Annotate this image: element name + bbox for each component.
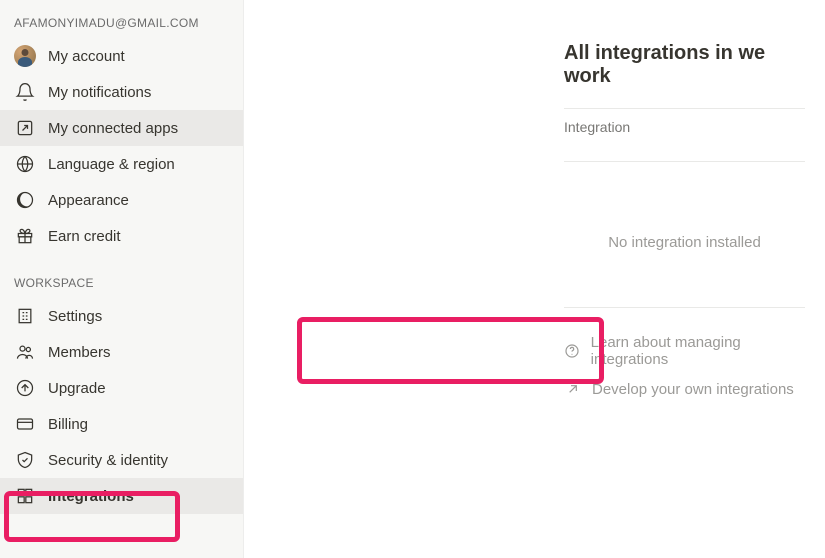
- sidebar-item-label: My account: [48, 48, 229, 65]
- sidebar-item-label: My notifications: [48, 84, 229, 101]
- sidebar-item-upgrade[interactable]: Upgrade: [0, 370, 243, 406]
- help-circle-icon: [564, 342, 581, 360]
- grid-icon: [14, 485, 36, 507]
- bell-icon: [14, 81, 36, 103]
- develop-integrations-link[interactable]: Develop your own integrations: [564, 374, 805, 404]
- sidebar-item-label: Settings: [48, 308, 229, 325]
- sidebar-item-my-notifications[interactable]: My notifications: [0, 74, 243, 110]
- external-link-box-icon: [14, 117, 36, 139]
- sidebar-item-label: Language & region: [48, 156, 229, 173]
- column-header-integration: Integration: [564, 119, 825, 151]
- sidebar-item-label: Appearance: [48, 192, 229, 209]
- sidebar-item-language-region[interactable]: Language & region: [0, 146, 243, 182]
- shield-icon: [14, 449, 36, 471]
- page-title: All integrations in we work: [564, 42, 805, 108]
- learn-integrations-link[interactable]: Learn about managing integrations: [564, 328, 805, 374]
- avatar: [14, 45, 36, 67]
- divider: [564, 307, 805, 308]
- sidebar-item-label: Upgrade: [48, 380, 229, 397]
- sidebar-item-security[interactable]: Security & identity: [0, 442, 243, 478]
- moon-icon: [14, 189, 36, 211]
- sidebar-item-earn-credit[interactable]: Earn credit: [0, 218, 243, 254]
- sidebar-item-appearance[interactable]: Appearance: [0, 182, 243, 218]
- sidebar-item-label: My connected apps: [48, 120, 229, 137]
- link-label: Develop your own integrations: [592, 381, 794, 398]
- sidebar-item-label: Integrations: [48, 488, 229, 505]
- sidebar-item-label: Billing: [48, 416, 229, 433]
- workspace-header: WORKSPACE: [0, 272, 243, 298]
- external-arrow-icon: [564, 380, 582, 398]
- credit-card-icon: [14, 413, 36, 435]
- account-email-header: AFAMONYIMADU@GMAIL.COM: [0, 12, 243, 38]
- sidebar-item-label: Earn credit: [48, 228, 229, 245]
- main-content: All integrations in we work Integration …: [244, 0, 825, 558]
- sidebar: AFAMONYIMADU@GMAIL.COM My account My not…: [0, 0, 244, 558]
- sidebar-item-my-connected-apps[interactable]: My connected apps: [0, 110, 243, 146]
- table-header: Integration Added by: [564, 108, 805, 162]
- sidebar-item-members[interactable]: Members: [0, 334, 243, 370]
- sidebar-item-billing[interactable]: Billing: [0, 406, 243, 442]
- sidebar-item-label: Security & identity: [48, 452, 229, 469]
- sidebar-item-integrations[interactable]: Integrations: [0, 478, 243, 514]
- people-icon: [14, 341, 36, 363]
- sidebar-item-label: Members: [48, 344, 229, 361]
- sidebar-item-my-account[interactable]: My account: [0, 38, 243, 74]
- link-label: Learn about managing integrations: [591, 334, 805, 368]
- gift-icon: [14, 225, 36, 247]
- arrow-up-circle-icon: [14, 377, 36, 399]
- building-icon: [14, 305, 36, 327]
- globe-icon: [14, 153, 36, 175]
- sidebar-item-settings[interactable]: Settings: [0, 298, 243, 334]
- empty-state: No integration installed: [564, 162, 805, 307]
